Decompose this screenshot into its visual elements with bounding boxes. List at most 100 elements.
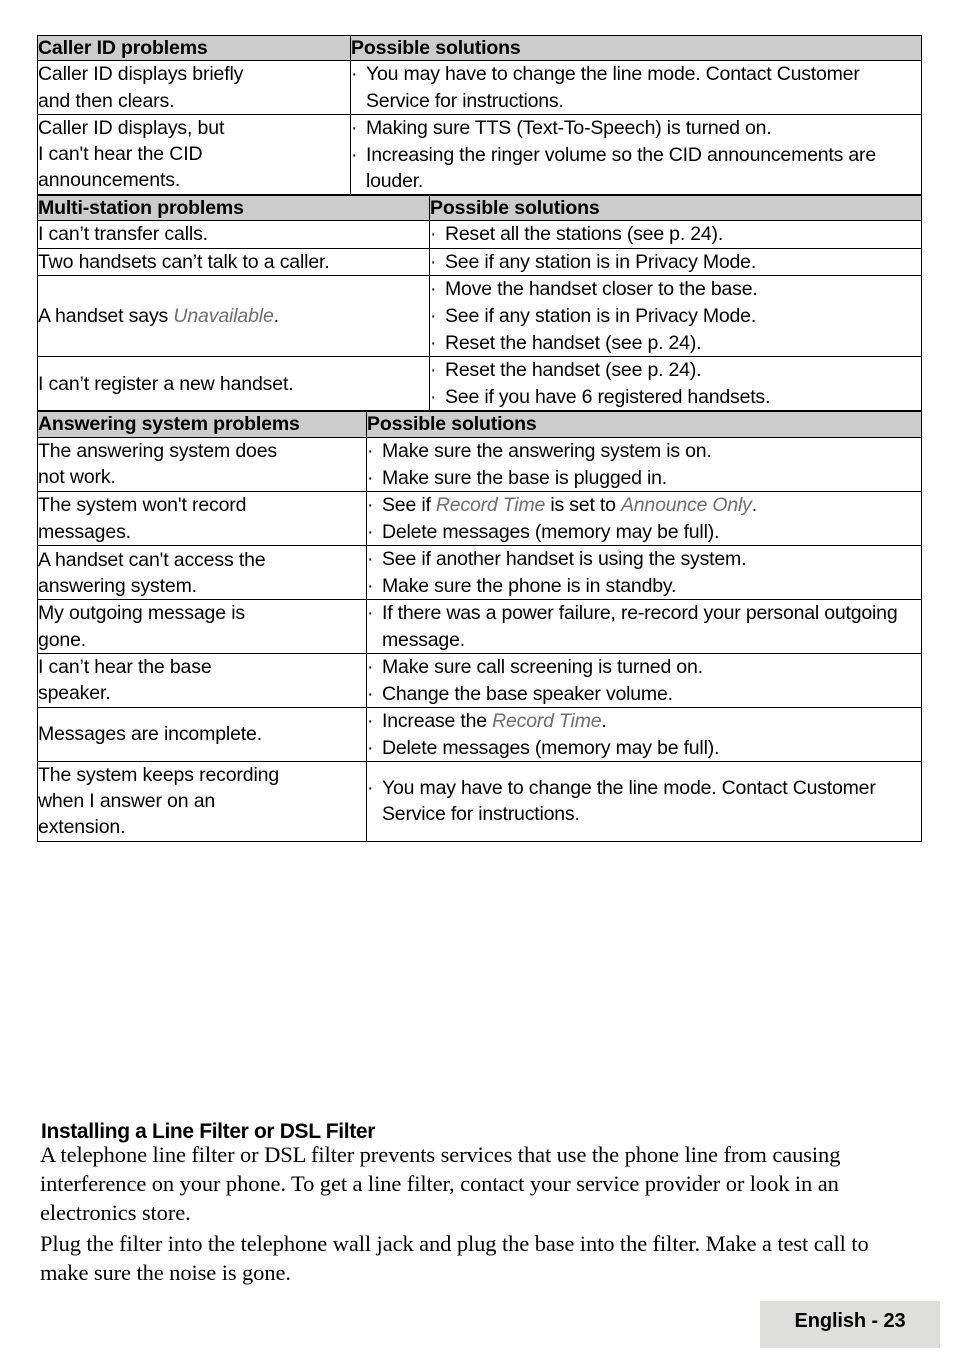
solution-item: · Make sure the phone is in standby.: [367, 573, 921, 599]
solution-item: · If there was a power failure, re-record…: [367, 600, 921, 652]
solution-text: Delete messages (memory may be full).: [382, 737, 720, 759]
table-row: My outgoing message is gone. · If there w…: [37, 599, 922, 654]
solution-item: · See if another handset is using the sys…: [367, 546, 921, 572]
solution-item: · See if any station is in Privacy Mode.: [430, 303, 921, 329]
problem-cell: My outgoing message is gone.: [37, 599, 367, 654]
solution-list: · Make sure the answering system is on. ·…: [367, 438, 921, 491]
solution-text: Making sure TTS (Text-To-Speech) is turn…: [366, 116, 772, 139]
solution-text: See if another handset is using the syst…: [382, 548, 747, 571]
column-header-problem: Caller ID problems: [37, 34, 351, 62]
problem-line: The answering system does: [38, 440, 278, 463]
solution-cell: · Reset all the stations (see p. 24).: [429, 220, 922, 249]
solution-list: · See if any station is in Privacy Mode.: [430, 249, 921, 275]
table-row: A handset can't access the answering sys…: [37, 545, 922, 601]
column-header-solution: Possible solutions: [429, 194, 922, 222]
section-body: A telephone line filter or DSL filter pr…: [40, 1141, 902, 1288]
solution-item: · Make sure call screening is turned on.: [367, 654, 921, 680]
problem-line: extension.: [38, 816, 126, 839]
solution-text: See if you have 6 registered handsets.: [445, 386, 771, 409]
bullet-icon: ·: [430, 223, 437, 246]
solution-item: · Delete messages (memory may be full).: [367, 519, 921, 545]
bullet-icon: ·: [430, 250, 437, 273]
problem-cell: A handset says Unavailable.: [37, 274, 430, 358]
table-row: I can’t hear the base speaker. · Make sur…: [37, 652, 922, 708]
solution-item: · You may have to change the line mode. C…: [367, 775, 921, 827]
solution-item: · Move the handset closer to the base.: [430, 276, 921, 302]
paragraph: Plug the filter into the telephone wall …: [40, 1231, 869, 1286]
solution-cell: · Increase the Record Time. · Delete messa…: [366, 706, 922, 763]
solution-text: Make sure the phone is in standby.: [382, 575, 677, 598]
solution-list: · Reset the handset (see p. 24). · See if …: [430, 357, 921, 410]
solution-list: · Move the handset closer to the base. · S…: [430, 276, 921, 356]
table-header-row: Answering system problems Possible solut…: [37, 411, 922, 438]
bullet-icon: ·: [367, 466, 374, 489]
table-row: A handset says Unavailable. · Move the ha…: [37, 274, 922, 358]
problem-emphasis: Unavailable: [173, 304, 274, 327]
solution-item: · Making sure TTS (Text-To-Speech) is tur…: [351, 115, 921, 141]
troubleshooting-tables: Caller ID problems Possible solutions Ca…: [37, 34, 922, 842]
column-header-solution: Possible solutions: [350, 34, 922, 62]
table-row: I can’t transfer calls. · Reset all the s…: [37, 220, 922, 249]
solution-list: · See if Record Time is set to Announce O…: [367, 492, 921, 545]
bullet-icon: ·: [430, 359, 437, 381]
problem-line: The system won't record: [38, 494, 247, 517]
solution-item: · Increasing the ringer volume so the CID…: [351, 142, 921, 194]
column-header-problem: Answering system problems: [37, 411, 367, 438]
bullet-icon: ·: [367, 439, 374, 462]
solution-list: · See if another handset is using the sys…: [367, 546, 921, 599]
solution-item: · Change the base speaker volume.: [367, 681, 921, 707]
solution-text: Change the base speaker volume.: [382, 682, 673, 705]
table-row: I can’t register a new handset. · Reset t…: [37, 355, 922, 412]
problem-cell: The system keeps recording when I answer…: [37, 761, 367, 842]
table-header-row: Multi-station problems Possible solution…: [37, 194, 922, 222]
solution-list: · Making sure TTS (Text-To-Speech) is tur…: [351, 115, 921, 194]
problem-line: gone.: [38, 628, 87, 651]
solution-text: Reset all the stations (see p. 24).: [445, 223, 724, 246]
problem-line: messages.: [38, 520, 131, 543]
solution-list: · Reset all the stations (see p. 24).: [430, 221, 921, 247]
solution-text: If there was a power failure, re-record …: [382, 602, 898, 651]
problem-line: not work.: [38, 466, 116, 489]
bullet-icon: ·: [351, 143, 358, 166]
solution-item: · Delete messages (memory may be full).: [367, 735, 921, 761]
solution-text: Delete messages (memory may be full).: [382, 521, 720, 543]
solution-text: Increase the: [382, 709, 493, 732]
table-row: Caller ID displays briefly and then clea…: [37, 60, 922, 115]
solution-cell: · You may have to change the line mode. C…: [350, 60, 922, 115]
problem-line: answering system.: [38, 574, 197, 597]
problem-line: The system keeps recording: [38, 764, 280, 787]
bullet-icon: ·: [367, 777, 374, 800]
problem-cell: A handset can't access the answering sys…: [37, 545, 367, 601]
problem-cell: I can’t transfer calls.: [37, 220, 430, 249]
solution-cell: · Make sure the answering system is on. ·…: [366, 436, 922, 492]
solution-item: · Reset all the stations (see p. 24).: [430, 221, 921, 247]
solution-item: · Increase the Record Time.: [367, 708, 921, 734]
table-row: Messages are incomplete. · Increase the R…: [37, 706, 922, 763]
solution-list: · You may have to change the line mode. C…: [367, 775, 921, 827]
problem-line: announcements.: [38, 169, 181, 192]
problem-cell: The system won't record messages.: [37, 490, 367, 547]
table-row: The answering system does not work. · Mak…: [37, 436, 922, 492]
bullet-icon: ·: [430, 331, 437, 354]
solution-list: · Increase the Record Time. · Delete messa…: [367, 708, 921, 761]
table-header-row: Caller ID problems Possible solutions: [37, 34, 922, 62]
table-answering-system-problems: Answering system problems Possible solut…: [37, 411, 922, 842]
bullet-icon: ·: [430, 304, 437, 327]
bullet-icon: ·: [430, 277, 437, 300]
bullet-icon: ·: [430, 386, 437, 409]
bullet-icon: ·: [351, 63, 358, 86]
solution-item: · Make sure the answering system is on.: [367, 438, 921, 464]
solution-emphasis: Record Time: [435, 493, 546, 516]
solution-text: Make sure the answering system is on.: [382, 439, 712, 462]
bullet-icon: ·: [367, 682, 374, 705]
bullet-icon: ·: [367, 493, 374, 516]
solution-text: .: [751, 493, 757, 516]
solution-cell: · If there was a power failure, re-record…: [366, 599, 922, 654]
solution-item: · Reset the handset (see p. 24).: [430, 357, 921, 383]
solution-text: See if any station is in Privacy Mode.: [445, 250, 757, 273]
solution-list: · Make sure call screening is turned on. …: [367, 654, 921, 707]
solution-item: · Reset the handset (see p. 24).: [430, 330, 921, 356]
solution-text: Make sure the base is plugged in.: [382, 466, 667, 489]
solution-cell: · Reset the handset (see p. 24). · See if …: [429, 355, 922, 412]
solution-cell: · See if another handset is using the sys…: [366, 545, 922, 601]
